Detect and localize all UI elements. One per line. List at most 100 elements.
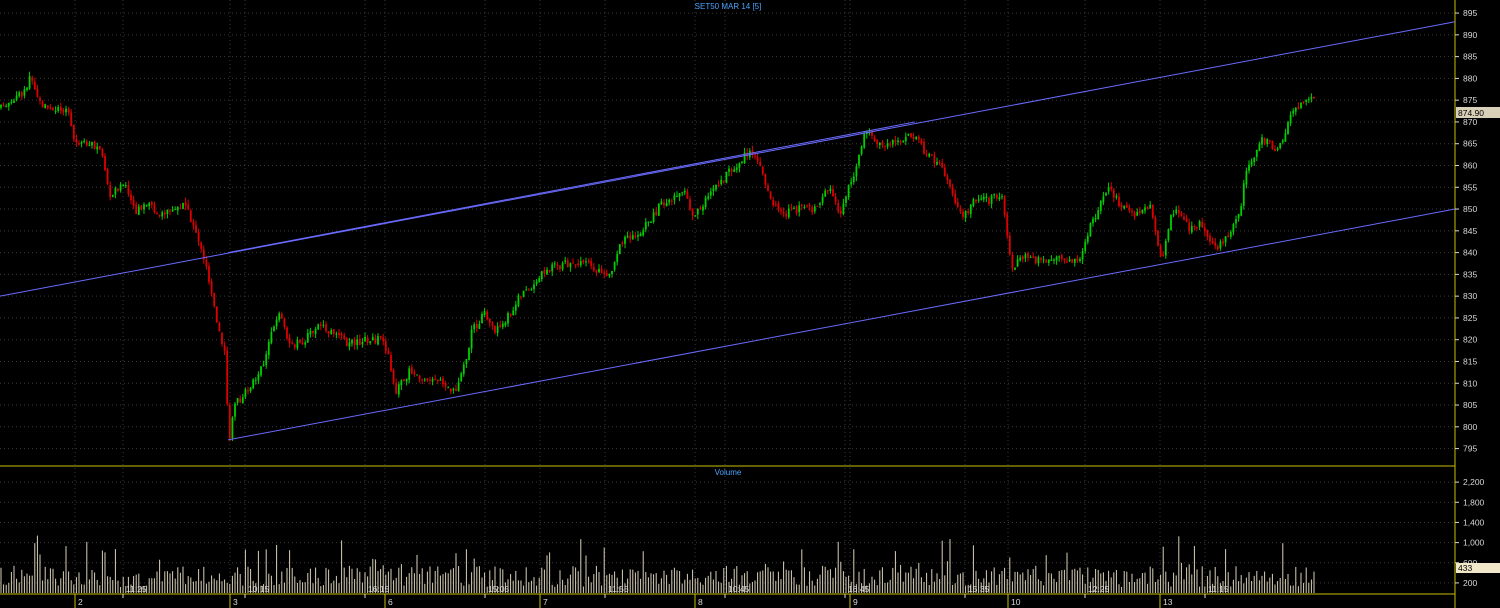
- candle-body: [800, 204, 803, 206]
- candle-body: [93, 142, 96, 149]
- candle-body: [377, 336, 379, 345]
- candle-body: [629, 235, 632, 240]
- candle-body: [725, 171, 728, 183]
- candle-body: [1219, 241, 1222, 249]
- candle-body: [278, 313, 281, 320]
- candle-body: [1185, 218, 1188, 222]
- candle-body: [941, 162, 944, 168]
- candle-body: [332, 329, 335, 334]
- candle-body: [938, 162, 941, 164]
- candle-body: [785, 213, 788, 217]
- candle-body: [5, 105, 8, 107]
- candle-body: [988, 197, 990, 205]
- candle-body: [691, 208, 694, 216]
- time-axis-label: 15:05: [488, 584, 510, 594]
- candle-body: [1079, 259, 1081, 261]
- candle-body: [829, 188, 832, 192]
- candle-body: [559, 265, 561, 270]
- price-tick-label: 860: [1463, 160, 1477, 170]
- last-volume-marker: 433: [1456, 563, 1500, 573]
- candle-body: [553, 263, 556, 265]
- price-tick-label: 840: [1463, 248, 1477, 258]
- candle-body: [205, 260, 208, 267]
- candle-body: [891, 139, 894, 145]
- candle-body: [2, 105, 5, 107]
- candle-body: [1242, 183, 1245, 206]
- candle-body: [842, 203, 845, 215]
- candle-body: [964, 210, 967, 219]
- candle-body: [286, 327, 288, 339]
- candle-body: [57, 107, 60, 112]
- candle-body: [852, 176, 855, 182]
- candle-body: [993, 194, 996, 196]
- candle-body: [613, 261, 616, 270]
- candle-body: [769, 191, 772, 199]
- candle-body: [1102, 196, 1105, 203]
- candle-body: [442, 378, 444, 385]
- candle-body: [488, 318, 491, 323]
- price-tick-label: 800: [1463, 422, 1477, 432]
- candle-body: [174, 209, 177, 211]
- candle-body: [153, 204, 156, 212]
- candle-body: [704, 197, 707, 208]
- candle-body: [761, 166, 764, 174]
- candle-body: [621, 242, 624, 244]
- candle-body: [62, 110, 65, 113]
- time-axis-label: 10:45: [728, 584, 750, 594]
- candle-body: [1177, 210, 1180, 214]
- candle-body: [1196, 227, 1198, 229]
- candle-body: [291, 342, 294, 344]
- candle-body: [1164, 240, 1167, 256]
- candle-body: [579, 261, 582, 266]
- candle-body: [548, 270, 551, 272]
- candle-body: [930, 154, 933, 156]
- candle-body: [184, 202, 187, 206]
- candle-body: [7, 102, 10, 107]
- candle-body: [356, 339, 359, 345]
- candle-body: [338, 332, 340, 336]
- candle-body: [301, 342, 304, 345]
- candle-body: [1060, 255, 1063, 259]
- candle-body: [923, 141, 925, 154]
- candle-body: [507, 313, 509, 324]
- candle-body: [670, 200, 673, 202]
- candle-body: [780, 209, 782, 212]
- price-tick-label: 870: [1463, 117, 1477, 127]
- candle-body: [31, 77, 34, 81]
- candle-body: [1042, 259, 1045, 261]
- candle-body: [582, 259, 585, 263]
- candle-body: [117, 188, 119, 192]
- candle-body: [494, 325, 496, 333]
- candle-body: [1284, 133, 1287, 142]
- candle-body: [525, 289, 528, 291]
- candle-body: [699, 207, 702, 210]
- candle-body: [317, 324, 320, 330]
- candle-body: [1011, 255, 1014, 269]
- candle-body: [254, 379, 257, 381]
- candle-body: [847, 185, 850, 198]
- candle-body: [876, 140, 879, 145]
- candle-body: [956, 202, 959, 208]
- candle-body: [733, 169, 736, 172]
- candle-body: [221, 332, 223, 345]
- candle-body: [325, 324, 327, 331]
- price-tick-label: 835: [1463, 269, 1477, 279]
- time-axis-label: 16:45: [848, 584, 870, 594]
- candle-body: [176, 207, 179, 211]
- candle-body: [187, 204, 190, 210]
- candle-body: [1008, 235, 1011, 255]
- candle-body: [44, 104, 47, 109]
- candle-body: [600, 268, 603, 273]
- candle-body: [374, 338, 377, 344]
- candle-body: [1073, 258, 1076, 263]
- candle-body: [772, 199, 775, 206]
- candle-body: [1232, 224, 1235, 232]
- candle-body: [171, 209, 174, 212]
- candle-body: [1021, 256, 1024, 260]
- candle-body: [520, 296, 522, 298]
- candle-body: [1294, 107, 1297, 112]
- candle-body: [1107, 187, 1110, 192]
- candle-body: [39, 98, 41, 101]
- candle-body: [899, 141, 902, 143]
- candle-body: [1027, 253, 1029, 258]
